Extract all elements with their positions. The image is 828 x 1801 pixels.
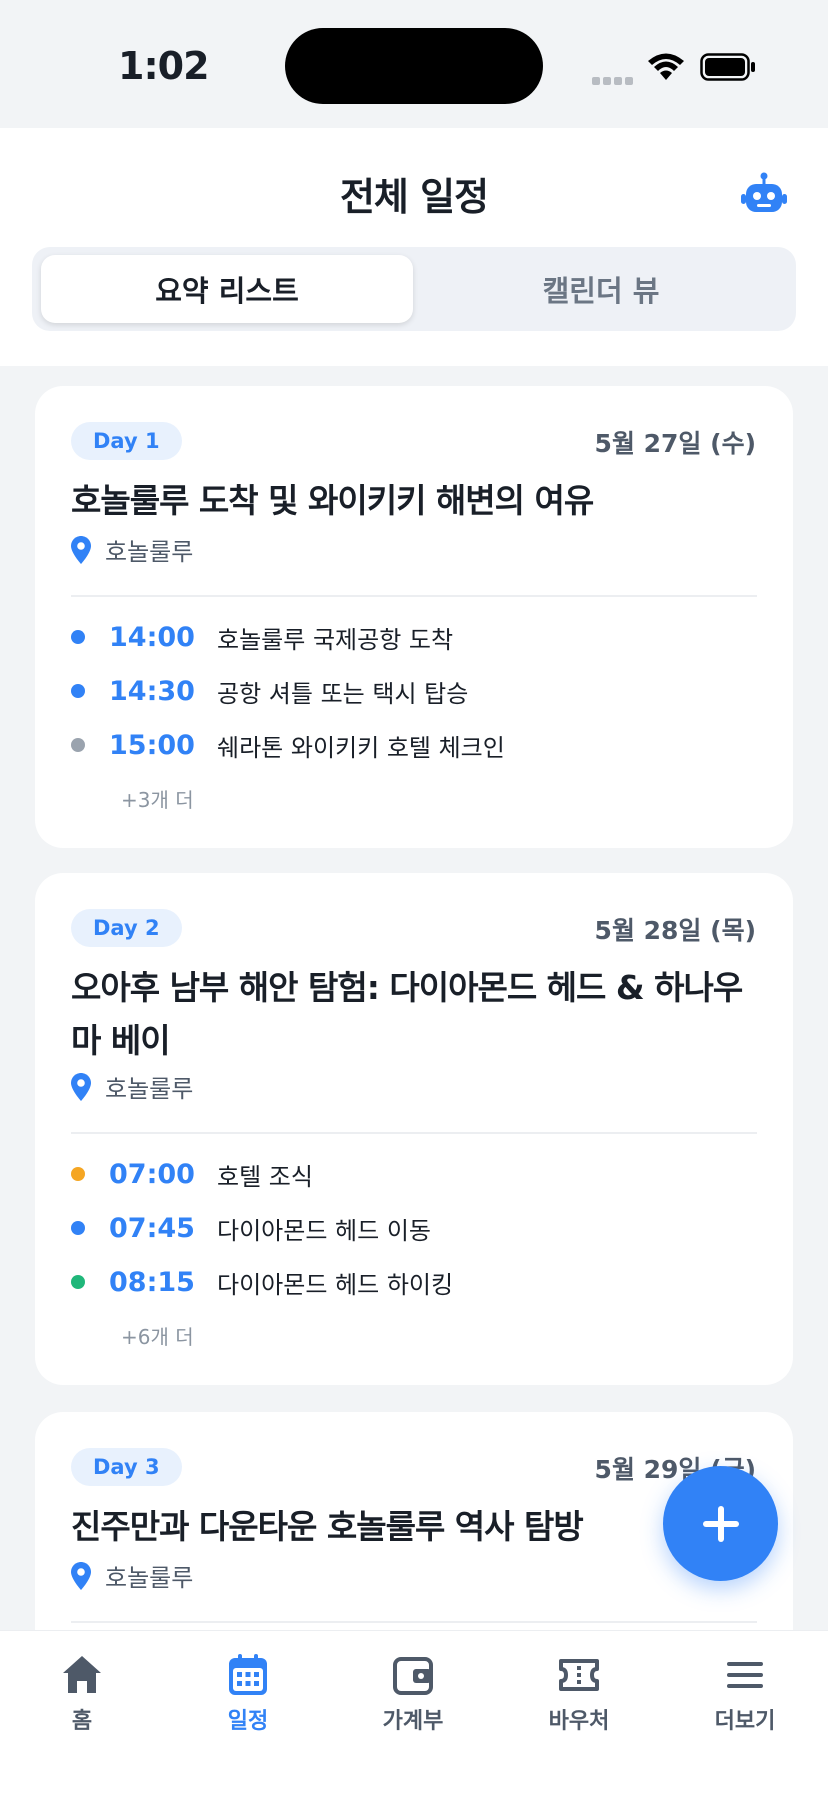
day-title: 호놀룰루 도착 및 와이키키 해변의 여유	[71, 481, 594, 520]
item-title: 호놀룰루 국제공항 도착	[217, 625, 454, 654]
page-title: 전체 일정	[339, 175, 489, 219]
status-time: 1:02	[118, 44, 210, 88]
battery-icon	[700, 53, 755, 81]
day-location: 호놀룰루	[71, 1069, 193, 1104]
bottom-tab-bar: 홈 일정 가계부 바우처 더보기	[0, 1630, 828, 1801]
tab-budget[interactable]: 가계부	[353, 1653, 473, 1735]
ticket-icon	[559, 1659, 599, 1691]
tab-label: 홈	[71, 1709, 93, 1734]
wallet-icon	[393, 1657, 433, 1695]
divider	[71, 595, 757, 597]
item-time: 15:00	[109, 729, 195, 761]
status-dot	[71, 738, 85, 752]
divider	[71, 1132, 757, 1134]
schedule-item[interactable]: 14:30 공항 셔틀 또는 택시 탑승	[71, 671, 468, 711]
cellular-signal-icon	[592, 70, 636, 89]
item-title: 다이아몬드 헤드 이동	[217, 1216, 431, 1245]
tab-summary-list[interactable]: 요약 리스트	[41, 255, 413, 323]
status-dot	[71, 1275, 85, 1289]
location-label: 호놀룰루	[105, 1564, 194, 1592]
more-items-link[interactable]: +3개 더	[121, 784, 194, 813]
location-label: 호놀룰루	[105, 538, 194, 566]
item-time: 07:45	[109, 1212, 195, 1244]
day-title: 진주만과 다운타운 호놀룰루 역사 탐방	[71, 1507, 584, 1546]
item-title: 쉐라톤 와이키키 호텔 체크인	[217, 733, 505, 762]
divider	[71, 1621, 757, 1623]
calendar-icon	[229, 1654, 267, 1695]
location-pin-icon	[71, 1072, 91, 1101]
status-bar: 1:02	[0, 0, 828, 128]
day-badge: Day 1	[71, 422, 182, 460]
more-items-link[interactable]: +6개 더	[121, 1321, 194, 1350]
status-dot	[71, 1221, 85, 1235]
home-icon	[63, 1656, 101, 1693]
day-card[interactable]: Day 2 5월 28일 (목) 오아후 남부 해안 탐험: 다이아몬드 헤드 …	[35, 873, 793, 1385]
tab-voucher[interactable]: 바우처	[519, 1653, 639, 1735]
ai-assistant-robot-icon[interactable]	[740, 170, 788, 218]
plus-icon	[702, 1505, 739, 1542]
add-schedule-button[interactable]	[663, 1466, 778, 1581]
page-header: 전체 일정 요약 리스트 캘린더 뷰	[0, 128, 828, 366]
tab-label: 더보기	[714, 1709, 776, 1734]
item-title: 공항 셔틀 또는 택시 탑승	[217, 679, 469, 708]
location-pin-icon	[71, 535, 91, 564]
status-dot	[71, 630, 85, 644]
schedule-item[interactable]: 08:15 다이아몬드 헤드 하이킹	[71, 1262, 453, 1302]
schedule-item[interactable]: 07:45 다이아몬드 헤드 이동	[71, 1208, 431, 1248]
status-dot	[71, 1167, 85, 1181]
tab-label: 일정	[227, 1709, 269, 1734]
schedule-item[interactable]: 14:00 호놀룰루 국제공항 도착	[71, 617, 453, 657]
tab-more[interactable]: 더보기	[685, 1653, 805, 1735]
item-time: 07:00	[109, 1158, 195, 1190]
day-date: 5월 28일 (목)	[594, 916, 756, 945]
day-location: 호놀룰루	[71, 1558, 193, 1593]
view-mode-segmented-control: 요약 리스트 캘린더 뷰	[32, 247, 796, 331]
day-badge: Day 3	[71, 1448, 182, 1486]
tab-calendar-view[interactable]: 캘린더 뷰	[415, 255, 787, 323]
tab-label: 바우처	[548, 1709, 610, 1734]
day-badge: Day 2	[71, 909, 182, 947]
tab-label: 가계부	[382, 1709, 444, 1734]
item-title: 호텔 조식	[217, 1162, 313, 1191]
item-time: 14:00	[109, 621, 195, 653]
item-time: 08:15	[109, 1266, 195, 1298]
wifi-icon	[648, 53, 684, 80]
status-dot	[71, 684, 85, 698]
day-title: 오아후 남부 해안 탐험: 다이아몬드 헤드 & 하나우마 베이	[71, 968, 743, 1060]
menu-icon	[727, 1662, 763, 1688]
day-card[interactable]: Day 1 5월 27일 (수) 호놀룰루 도착 및 와이키키 해변의 여유 호…	[35, 386, 793, 848]
dynamic-island	[285, 28, 543, 104]
item-title: 다이아몬드 헤드 하이킹	[217, 1270, 454, 1299]
tab-schedule[interactable]: 일정	[188, 1653, 308, 1735]
item-time: 14:30	[109, 675, 195, 707]
location-pin-icon	[71, 1561, 91, 1590]
schedule-item[interactable]: 15:00 쉐라톤 와이키키 호텔 체크인	[71, 725, 505, 765]
schedule-item[interactable]: 07:00 호텔 조식	[71, 1154, 313, 1194]
day-location: 호놀룰루	[71, 532, 193, 567]
location-label: 호놀룰루	[105, 1075, 194, 1103]
day-date: 5월 27일 (수)	[594, 429, 756, 458]
tab-home[interactable]: 홈	[22, 1653, 142, 1735]
